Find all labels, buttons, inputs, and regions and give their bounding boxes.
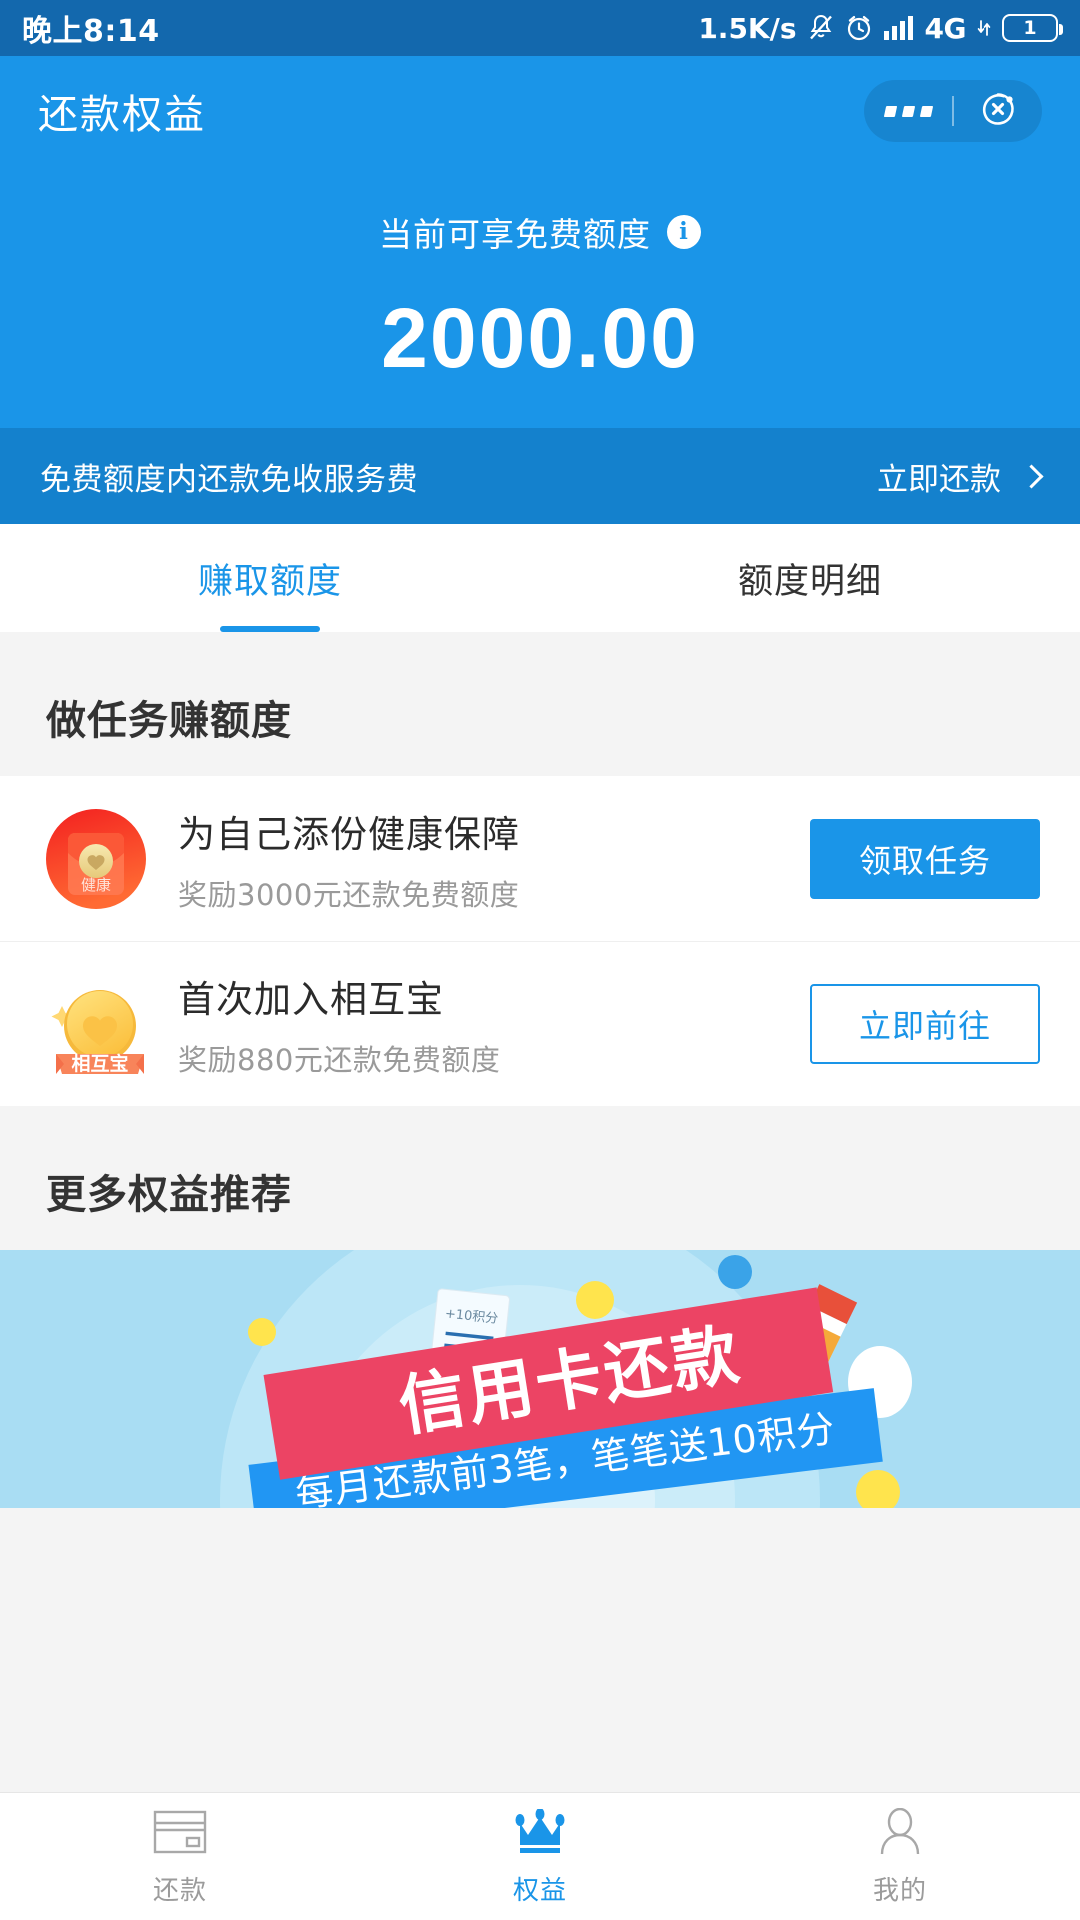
repay-now-label: 立即还款 [877, 461, 1001, 498]
repay-now-button[interactable]: 立即还款 [877, 454, 1044, 499]
tab-quota-detail[interactable]: 额度明细 [540, 524, 1080, 632]
task-list: 健康 为自己添份健康保障 奖励3000元还款免费额度 领取任务 相互宝 首次加入… [0, 776, 1080, 1106]
tab-earn-quota[interactable]: 赚取额度 [0, 524, 540, 632]
credit-card-repayment-banner[interactable]: +10积分 每月还款前3笔，笔笔送10积分 信用卡还款 [0, 1250, 1080, 1508]
chevron-right-icon [1019, 463, 1044, 489]
free-quota-label-row: 当前可享免费额度 i [379, 208, 701, 256]
task-title: 为自己添份健康保障 [178, 812, 520, 856]
free-quota-amount: 2000.00 [381, 290, 699, 385]
tab-quota-detail-label: 额度明细 [737, 561, 882, 602]
nav-item-profile[interactable]: 我的 [720, 1793, 1080, 1920]
task-text: 为自己添份健康保障 奖励3000元还款免费额度 [152, 804, 810, 914]
task-title: 首次加入相互宝 [178, 978, 444, 1021]
person-icon [875, 1806, 925, 1858]
nav-item-repayment-label: 还款 [152, 1876, 207, 1906]
xianghubao-icon-badge-text: 相互宝 [71, 1052, 128, 1075]
promo-banner-wrap: +10积分 每月还款前3笔，笔笔送10积分 信用卡还款 [0, 1250, 1080, 1508]
health-icon-badge-text: 健康 [81, 876, 111, 894]
data-transfer-icon [977, 18, 991, 38]
task-text: 首次加入相互宝 奖励880元还款免费额度 [152, 969, 810, 1079]
network-type-label: 4G [924, 11, 967, 45]
task-subtitle: 奖励3000元还款免费额度 [178, 877, 520, 912]
signal-icon [883, 16, 914, 40]
free-quota-hero: 当前可享免费额度 i 2000.00 [0, 166, 1080, 428]
tab-bar: 赚取额度 额度明细 [0, 524, 1080, 632]
task-row[interactable]: 健康 为自己添份健康保障 奖励3000元还款免费额度 领取任务 [0, 776, 1080, 941]
bottom-navigation: 还款 权益 我的 [0, 1792, 1080, 1920]
battery-icon: 1 [1002, 14, 1063, 42]
info-icon[interactable]: i [667, 214, 701, 249]
mute-icon [808, 13, 834, 43]
card-icon [153, 1806, 207, 1858]
cta-note: 免费额度内还款免收服务费 [40, 461, 418, 498]
status-bar-time: 晚上8:14 [22, 14, 160, 49]
app-header: 还款权益 [0, 56, 1080, 166]
claim-task-button[interactable]: 领取任务 [810, 818, 1040, 899]
nav-item-benefits-label: 权益 [512, 1876, 567, 1906]
status-bar: 晚上8:14 1.5K/s 4G 1 [0, 0, 1080, 56]
repayment-cta-strip[interactable]: 免费额度内还款免收服务费 立即还款 [0, 428, 1080, 524]
tab-active-indicator [220, 626, 320, 632]
xianghubao-coin-icon: 相互宝 [40, 972, 152, 1076]
go-now-button[interactable]: 立即前往 [810, 984, 1040, 1064]
tasks-section-title: 做任务赚额度 [0, 632, 1080, 776]
app-root: 晚上8:14 1.5K/s 4G 1 还款权益 当前可享免费额度 i 2000.… [0, 0, 1080, 1920]
close-button[interactable] [954, 80, 1042, 142]
battery-level-label: 1 [1023, 17, 1037, 39]
task-subtitle: 奖励880元还款免费额度 [178, 1043, 501, 1077]
miniprogram-capsule [864, 80, 1042, 142]
more-options-button[interactable] [864, 80, 952, 142]
crown-icon [513, 1806, 567, 1858]
alarm-icon [845, 14, 873, 42]
nav-item-benefits[interactable]: 权益 [360, 1793, 720, 1920]
health-redpacket-icon: 健康 [40, 807, 152, 911]
page-title: 还款权益 [38, 92, 206, 138]
close-circle-icon [978, 89, 1018, 133]
free-quota-label: 当前可享免费额度 [379, 214, 651, 254]
status-bar-indicators: 1.5K/s 4G 1 [698, 11, 1063, 45]
recommend-section-title: 更多权益推荐 [0, 1106, 1080, 1250]
nav-item-repayment[interactable]: 还款 [0, 1793, 360, 1920]
more-options-icon [883, 105, 933, 117]
nav-item-profile-label: 我的 [872, 1876, 927, 1906]
tab-earn-quota-label: 赚取额度 [197, 561, 342, 602]
task-row[interactable]: 相互宝 首次加入相互宝 奖励880元还款免费额度 立即前往 [0, 941, 1080, 1106]
network-speed-label: 1.5K/s [698, 11, 797, 45]
